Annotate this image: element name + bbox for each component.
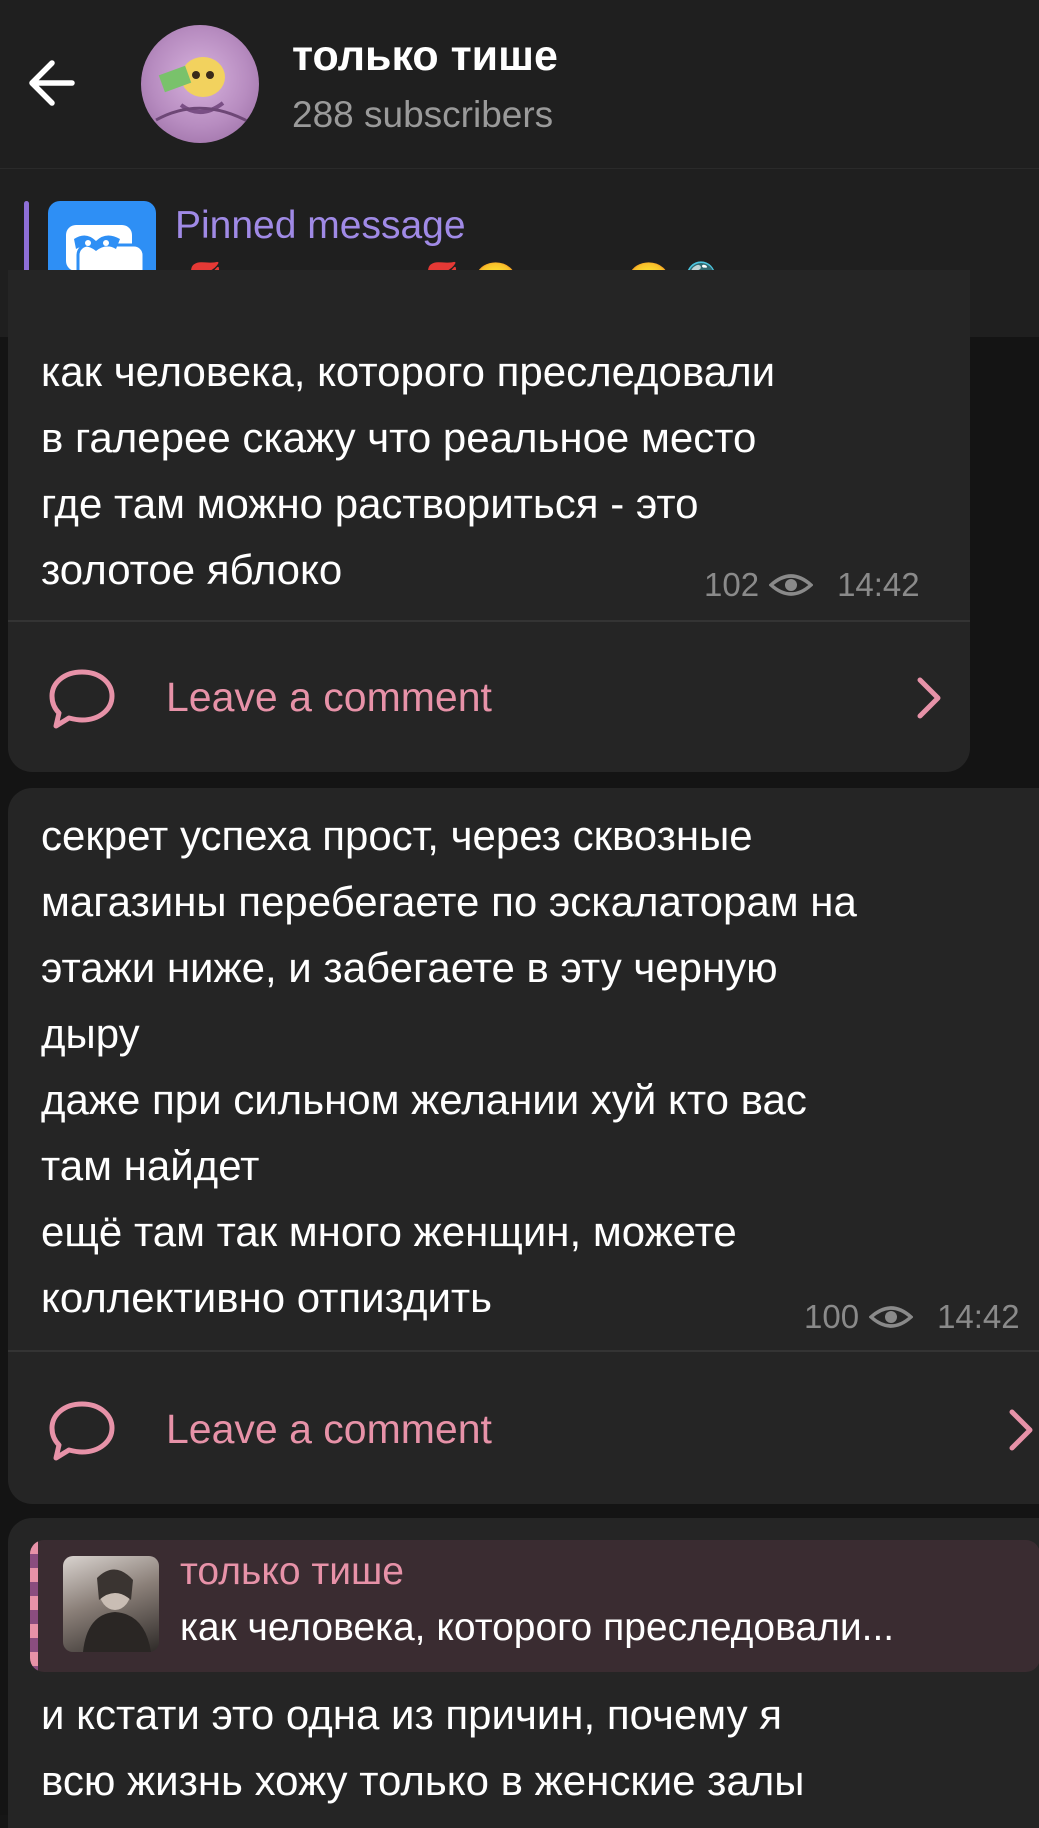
message-line: магазины перебегаете по эскалаторам на bbox=[41, 878, 857, 925]
chevron-right-icon bbox=[1009, 1409, 1033, 1451]
message-line: и кстати это одна из причин, почему я bbox=[41, 1691, 783, 1738]
pinned-label: Pinned message bbox=[175, 204, 466, 247]
divider bbox=[8, 620, 970, 622]
subscriber-count: 288 subscribers bbox=[292, 94, 554, 135]
message-line: даже при сильном желании хуй кто вас bbox=[41, 1076, 807, 1123]
message-bubble: только тише как человека, которого пресл… bbox=[8, 1518, 1039, 1828]
message-line: там найдет bbox=[41, 1142, 260, 1189]
message-line: коллективно отпиздить bbox=[41, 1274, 493, 1321]
message-line: как человека, которого преследовали bbox=[41, 348, 776, 395]
message-meta: 102 14:42 bbox=[704, 566, 920, 604]
message-line: где там можно раствориться - это bbox=[41, 480, 699, 527]
view-count: 102 bbox=[704, 566, 760, 603]
comment-bubble-icon bbox=[49, 1401, 115, 1461]
message-line: секрет успеха прост, через сквозные bbox=[41, 812, 753, 859]
chevron-right-icon bbox=[917, 677, 941, 719]
message-line: золотое яблоко bbox=[41, 546, 343, 593]
reply-author: только тише bbox=[180, 1550, 404, 1593]
reply-text: как человека, которого преследовали... bbox=[180, 1606, 895, 1649]
message-line: всю жизнь хожу только в женские залы bbox=[41, 1757, 805, 1804]
message-time: 14:42 bbox=[837, 566, 920, 603]
divider bbox=[8, 1350, 1039, 1352]
back-arrow-icon[interactable] bbox=[20, 48, 90, 118]
message-line: этажи ниже, и забегаете в эту черную bbox=[41, 944, 778, 991]
channel-title[interactable]: только тише bbox=[292, 32, 558, 81]
eye-icon bbox=[869, 1306, 914, 1328]
view-count: 100 bbox=[804, 1298, 860, 1335]
reply-thumbnail bbox=[63, 1556, 159, 1652]
message-line: в галерее скажу что реальное место bbox=[41, 414, 757, 461]
leave-comment-button[interactable]: Leave a comment bbox=[8, 646, 970, 746]
message-meta: 100 14:42 bbox=[804, 1298, 1020, 1336]
leave-comment-label: Leave a comment bbox=[166, 674, 492, 720]
message-bubble: как человека, которого преследовали в га… bbox=[8, 270, 970, 772]
leave-comment-label: Leave a comment bbox=[166, 1406, 492, 1452]
message-line: дыру bbox=[41, 1010, 140, 1057]
reply-quote[interactable]: только тише как человека, которого пресл… bbox=[30, 1540, 1039, 1672]
reply-indicator bbox=[30, 1540, 38, 1672]
comment-bubble-icon bbox=[49, 669, 115, 729]
chat-header: только тише 288 subscribers bbox=[0, 0, 1039, 168]
message-line: ещё там так много женщин, можете bbox=[41, 1208, 737, 1255]
leave-comment-button[interactable]: Leave a comment bbox=[8, 1378, 1039, 1478]
channel-avatar[interactable] bbox=[141, 25, 259, 143]
message-bubble: секрет успеха прост, через сквозные мага… bbox=[8, 788, 1039, 1504]
eye-icon bbox=[769, 574, 814, 596]
message-time: 14:42 bbox=[937, 1298, 1020, 1335]
